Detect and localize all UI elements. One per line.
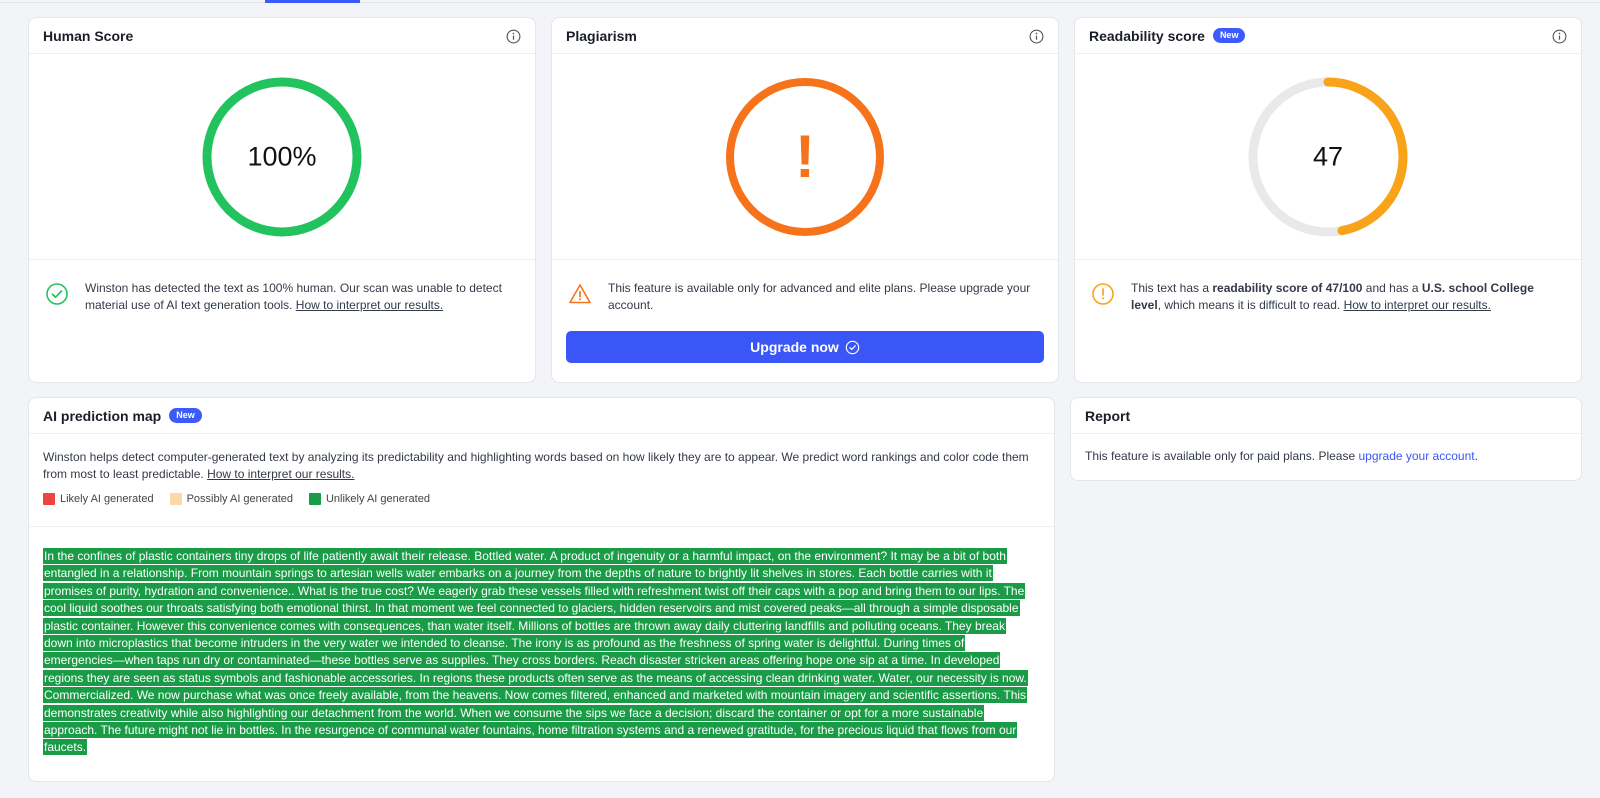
highlighted-text: In the confines of plastic containers ti…	[43, 548, 1028, 756]
legend-swatch-green	[308, 493, 321, 505]
plagiarism-header: Plagiarism	[552, 18, 1058, 54]
legend-unlikely-ai: Unlikely AI generated	[308, 493, 430, 505]
ai-prediction-map-title: AI prediction map	[43, 407, 162, 424]
interpret-results-link[interactable]: How to interpret our results.	[1344, 298, 1491, 312]
check-circle-icon	[845, 340, 860, 354]
active-tab-indicator	[265, 0, 360, 3]
report-text: This feature is available only for paid …	[1085, 449, 1359, 463]
readability-title: Readability score	[1089, 27, 1205, 44]
report-title: Report	[1085, 407, 1131, 424]
human-score-gauge: 100%	[29, 54, 535, 260]
human-score-value: 100%	[247, 141, 317, 171]
check-circle-icon	[46, 283, 68, 305]
human-score-card: Human Score 100% Winston has detected th…	[28, 17, 536, 383]
plagiarism-title: Plagiarism	[566, 27, 637, 44]
readability-value: 47	[1312, 141, 1344, 171]
interpret-results-link[interactable]: How to interpret our results.	[207, 467, 354, 481]
legend-possibly-ai: Possibly AI generated	[169, 493, 293, 505]
legend-label: Likely AI generated	[60, 493, 154, 505]
new-badge: New	[1212, 28, 1246, 43]
prediction-map-description: Winston helps detect computer-generated …	[43, 450, 1029, 481]
readability-score-text: readability score of 47/100	[1212, 281, 1363, 295]
plagiarism-card: Plagiarism ! This feature is available o…	[551, 17, 1059, 383]
plagiarism-alert-symbol: !	[795, 122, 815, 190]
warning-triangle-icon	[569, 284, 591, 304]
readability-header: Readability score New	[1075, 18, 1581, 54]
alert-circle-icon	[1092, 283, 1114, 305]
plagiarism-message: This feature is available only for advan…	[552, 260, 1058, 314]
upgrade-now-label: Upgrade now	[750, 339, 839, 355]
info-icon[interactable]	[506, 29, 521, 44]
human-score-title: Human Score	[43, 27, 134, 44]
prediction-map-intro: Winston helps detect computer-generated …	[29, 434, 1054, 483]
readability-card: Readability score New 47 This text has a…	[1074, 17, 1582, 383]
ai-prediction-map-header: AI prediction map New	[29, 398, 1054, 434]
analyzed-text: In the confines of plastic containers ti…	[43, 548, 1033, 757]
legend-swatch-red	[43, 493, 55, 505]
readability-message: This text has a readability score of 47/…	[1075, 260, 1581, 314]
legend-likely-ai: Likely AI generated	[43, 493, 154, 505]
report-header: Report	[1071, 398, 1581, 434]
legend-label: Possibly AI generated	[186, 493, 293, 505]
top-tab-bar	[0, 0, 1600, 3]
interpret-results-link[interactable]: How to interpret our results.	[296, 298, 443, 312]
report-message: This feature is available only for paid …	[1071, 434, 1581, 478]
divider	[29, 526, 1054, 527]
prediction-legend: Likely AI generated Possibly AI generate…	[29, 483, 1054, 505]
info-icon[interactable]	[1029, 29, 1044, 44]
report-suffix: .	[1474, 449, 1478, 463]
readability-text-2: and has a	[1362, 281, 1422, 295]
legend-swatch-peach	[169, 493, 182, 505]
plagiarism-gauge: !	[552, 54, 1058, 260]
upgrade-now-button[interactable]: Upgrade now	[566, 331, 1044, 363]
upgrade-account-link[interactable]: upgrade your account	[1359, 449, 1475, 463]
ai-prediction-map-card: AI prediction map New Winston helps dete…	[28, 397, 1055, 782]
info-icon[interactable]	[1552, 29, 1567, 44]
plagiarism-text: This feature is available only for advan…	[608, 281, 1031, 312]
new-badge: New	[169, 408, 202, 423]
report-card: Report This feature is available only fo…	[1070, 397, 1582, 481]
readability-text-1: This text has a	[1131, 281, 1213, 295]
legend-label: Unlikely AI generated	[325, 493, 430, 505]
readability-gauge: 47	[1075, 54, 1581, 260]
readability-text-3: , which means it is difficult to read.	[1157, 298, 1344, 312]
human-score-header: Human Score	[29, 18, 535, 54]
human-score-message: Winston has detected the text as 100% hu…	[29, 260, 535, 314]
